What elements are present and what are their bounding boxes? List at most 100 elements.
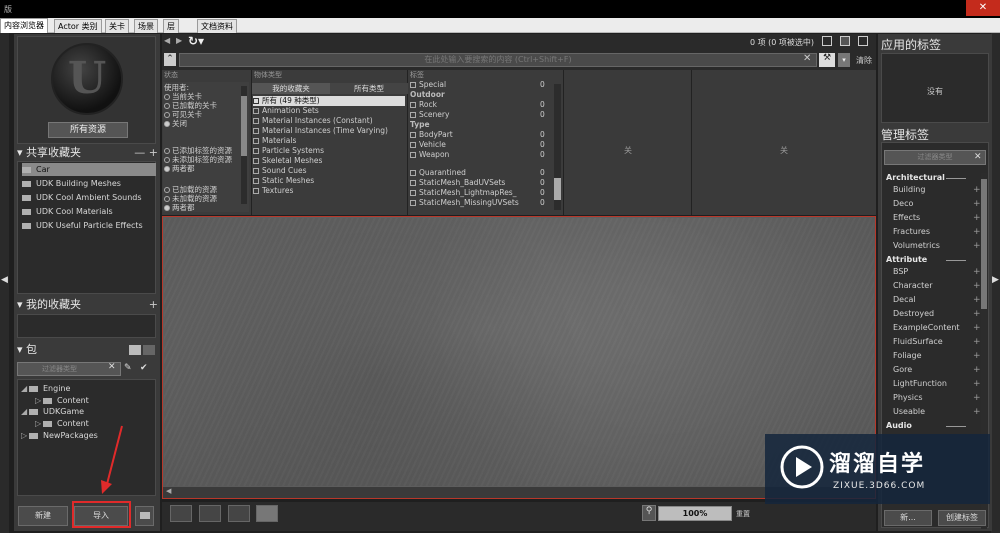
tag-item[interactable]: Character + (893, 281, 980, 291)
packages-header[interactable]: ▾ 包 (14, 343, 160, 357)
checkbox-icon[interactable] (410, 112, 416, 118)
collapse-filters-icon[interactable]: ⌃ (164, 53, 176, 66)
clear-button[interactable]: 清除 (856, 55, 872, 66)
tag-item[interactable]: Destroyed + (893, 309, 980, 319)
add-tag-icon[interactable]: + (973, 267, 980, 277)
add-tag-icon[interactable]: + (973, 407, 980, 417)
clear-search-icon[interactable]: ✕ (803, 53, 811, 64)
tag-filter-item[interactable]: StaticMesh_MissingUVSets 0 (410, 198, 550, 208)
tab-content-browser[interactable]: 内容浏览器 (0, 18, 48, 33)
collapse-triangle-icon[interactable]: ▾ (17, 343, 26, 356)
package-filter-input[interactable]: 过滤器类型 (17, 362, 121, 376)
checkbox-icon[interactable] (253, 98, 259, 104)
list-item[interactable]: UDK Building Meshes (22, 177, 156, 190)
forward-arrow-icon[interactable]: ▶ (176, 36, 182, 45)
zoom-level-field[interactable]: 100% (658, 506, 732, 521)
scroll-thumb[interactable] (981, 179, 987, 309)
add-tag-icon[interactable]: + (973, 241, 980, 251)
add-tag-icon[interactable]: + (973, 281, 980, 291)
view-mode-thumbs-icon[interactable] (228, 505, 250, 522)
add-tag-icon[interactable]: + (973, 323, 980, 333)
add-tag-icon[interactable]: + (973, 185, 980, 195)
left-collapse-edge[interactable]: ◀ (0, 33, 9, 533)
my-favorites-header[interactable]: ▾ 我的收藏夹 + (14, 298, 160, 312)
tag-item[interactable]: Physics + (893, 393, 980, 403)
tag-item[interactable]: Volumetrics + (893, 241, 980, 251)
type-item[interactable]: 所有 (49 种类型) (253, 96, 405, 106)
sync-icon[interactable] (822, 36, 832, 46)
search-input[interactable]: 在此处输入要搜索的内容 (Ctrl+Shift+F) (179, 53, 817, 67)
new-button[interactable]: 新建 (18, 506, 68, 526)
list-item[interactable]: UDK Cool Ambient Sounds (22, 191, 156, 204)
tag-item[interactable]: Foliage + (893, 351, 980, 361)
tag-item[interactable]: LightFunction + (893, 379, 980, 389)
add-tag-icon[interactable]: + (973, 199, 980, 209)
type-item[interactable]: Skeletal Meshes (253, 156, 322, 166)
scroll-left-icon[interactable]: ◀ (166, 487, 171, 495)
tag-filter-item[interactable]: Special 0 (410, 80, 550, 90)
create-tag-button[interactable]: 创建标签 (938, 510, 986, 526)
list-item[interactable]: Car (22, 163, 156, 176)
tree-view-icon[interactable] (143, 345, 155, 355)
tag-filter-item[interactable]: BodyPart 0 (410, 130, 550, 140)
expand-triangle-icon[interactable]: ◢ (21, 383, 29, 394)
checkbox-icon[interactable] (253, 158, 259, 164)
radio-option[interactable]: 两者都 (164, 203, 195, 213)
add-tag-icon[interactable]: + (973, 309, 980, 319)
add-tag-icon[interactable]: + (973, 337, 980, 347)
tags-scrollbar[interactable] (554, 84, 561, 210)
add-tag-icon[interactable]: + (973, 351, 980, 361)
checkbox-icon[interactable] (410, 200, 416, 206)
scroll-thumb[interactable] (241, 96, 247, 156)
tag-item[interactable]: Effects + (893, 213, 980, 223)
checkbox-icon[interactable] (253, 108, 259, 114)
clear-filter-icon[interactable]: ✕ (974, 152, 982, 162)
radio-icon[interactable] (164, 148, 170, 154)
radio-icon[interactable] (164, 112, 170, 118)
collapse-left-arrow-icon[interactable]: ◀ (1, 275, 8, 285)
tag-filter-input[interactable]: 过滤器类型 (884, 150, 986, 165)
tag-item[interactable]: Building + (893, 185, 980, 195)
type-item[interactable]: Material Instances (Constant) (253, 116, 373, 126)
radio-icon[interactable] (164, 157, 170, 163)
collapse-triangle-icon[interactable]: ▾ (17, 298, 26, 311)
scroll-thumb[interactable] (554, 178, 561, 200)
checkbox-icon[interactable] (410, 82, 416, 88)
tag-item[interactable]: FluidSurface + (893, 337, 980, 347)
expand-triangle-icon[interactable]: ▷ (21, 430, 29, 441)
tab-documentation[interactable]: 文档资料 (197, 19, 237, 33)
type-item[interactable]: Textures (253, 186, 293, 196)
tag-item[interactable]: Useable + (893, 407, 980, 417)
tag-group-header[interactable]: Attribute (886, 255, 927, 264)
checkbox-icon[interactable] (410, 152, 416, 158)
tree-node[interactable]: ▷ Content (35, 418, 89, 429)
add-tag-icon[interactable]: + (973, 393, 980, 403)
zoom-icon[interactable]: ⚲ (642, 505, 656, 521)
new-window-icon[interactable] (858, 36, 868, 46)
tree-node[interactable]: ◢ UDKGame (21, 406, 84, 417)
tab-layers[interactable]: 层 (163, 19, 179, 33)
window-close-button[interactable]: ✕ (966, 0, 1000, 16)
shared-favorites-add-remove[interactable]: — + (134, 146, 158, 160)
checkbox-icon[interactable] (410, 190, 416, 196)
tag-filter-item[interactable]: Quarantined 0 (410, 168, 550, 178)
checkbox-icon[interactable] (253, 138, 259, 144)
list-item[interactable]: UDK Cool Materials (22, 205, 156, 218)
radio-icon[interactable] (164, 196, 170, 202)
view-mode-list-icon[interactable] (170, 505, 192, 522)
radio-icon[interactable] (164, 166, 170, 172)
tag-group-header[interactable]: Architectural (886, 173, 945, 182)
checkbox-icon[interactable] (410, 102, 416, 108)
checkbox-icon[interactable] (410, 132, 416, 138)
new-tag-button[interactable]: 新... (884, 510, 932, 526)
tab-actor-classes[interactable]: Actor 类别 (54, 19, 102, 33)
open-folder-button[interactable] (135, 506, 154, 526)
collection-icon[interactable] (840, 36, 850, 46)
my-favorites-add[interactable]: + (149, 298, 158, 312)
collapse-triangle-icon[interactable]: ▾ (17, 146, 26, 159)
search-options-icon[interactable]: ⚒ (819, 53, 835, 67)
checkbox-icon[interactable] (410, 180, 416, 186)
tag-filter-item[interactable]: Vehicle 0 (410, 140, 550, 150)
tag-group-header[interactable]: Audio (886, 421, 912, 430)
checkbox-icon[interactable] (253, 188, 259, 194)
